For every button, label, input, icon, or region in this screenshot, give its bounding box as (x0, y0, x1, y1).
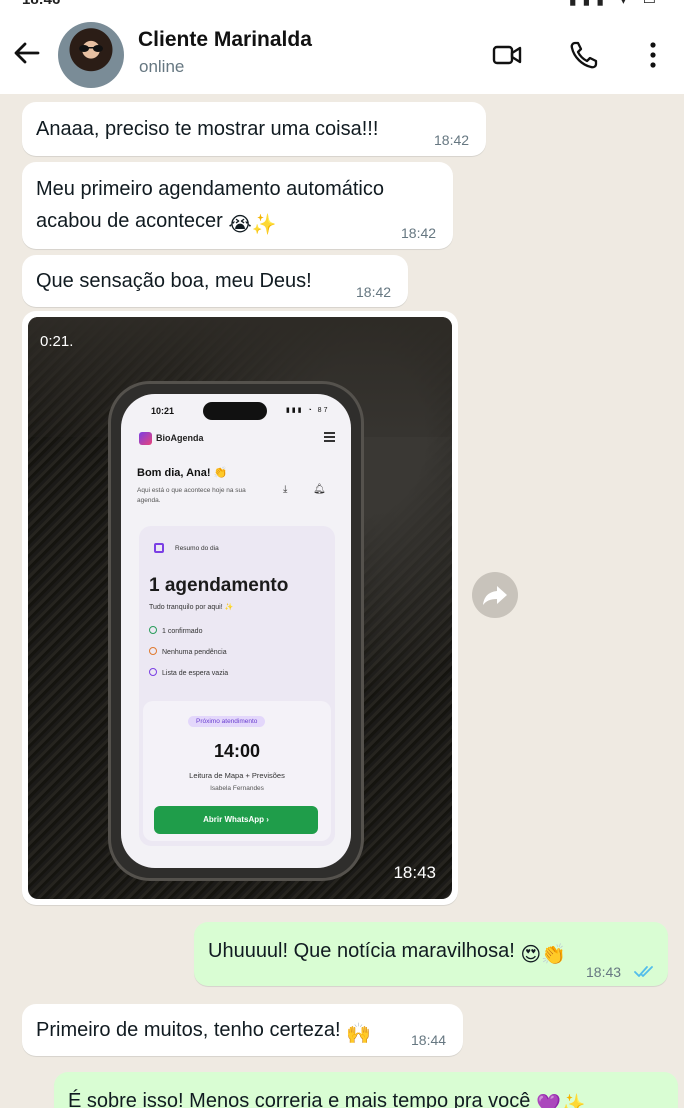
message-text: Primeiro de muitos, tenho certeza! 🙌 (36, 1014, 371, 1050)
back-arrow-icon[interactable] (10, 36, 44, 70)
message-bubble-incoming[interactable]: Primeiro de muitos, tenho certeza! 🙌 18:… (22, 1004, 463, 1056)
emoji: 🙌 (346, 1023, 372, 1045)
emoji: 💜✨ (535, 1094, 586, 1108)
status-row: 1 confirmado (149, 626, 202, 635)
message-time: 18:42 (434, 132, 470, 148)
sunglasses-graphic (79, 45, 103, 52)
video-thumbnail[interactable]: 0:21. 10:21 ▮▮▮ ◔ 87 BioAgenda Bom dia, … (28, 317, 452, 899)
next-badge: Próximo atendimento (188, 716, 266, 727)
message-time: 18:42 (401, 225, 437, 241)
open-whatsapp-button: Abrir WhatsApp › (154, 806, 318, 834)
bell-icon: 🔔︎ (313, 484, 326, 495)
people-icon (149, 668, 157, 676)
video-time: 18:43 (393, 863, 436, 882)
chat-header: Cliente Marinalda online (0, 14, 684, 94)
message-text: Meu primeiro agendamento automático (36, 178, 384, 200)
emoji: 😍👏 (520, 944, 567, 966)
message-bubble-outgoing[interactable]: É sobre isso! Menos correria e mais temp… (54, 1072, 678, 1108)
message-text: É sobre isso! Menos correria e mais temp… (68, 1085, 586, 1108)
message-text: Anaaa, preciso te mostrar uma coisa!!! (36, 118, 379, 140)
check-circle-icon (149, 626, 157, 634)
message-time: 18:44 (411, 1032, 447, 1048)
phone-screen: 10:21 ▮▮▮ ◔ 87 BioAgenda Bom dia, Ana! 👏… (121, 394, 351, 868)
contact-status: online (139, 57, 185, 76)
message-bubble-incoming[interactable]: Que sensação boa, meu Deus! 18:42 (22, 255, 408, 307)
phone-subtitle: Aqui está o que acontece hoje na sua age… (137, 487, 246, 504)
phone-status-time: 10:21 (151, 406, 175, 416)
download-icon: ⤓ (283, 484, 288, 495)
more-menu-icon[interactable] (636, 38, 670, 72)
next-time: 14:00 (213, 741, 261, 761)
status-row: Nenhuma pendência (149, 647, 227, 656)
video-message[interactable]: 0:21. 10:21 ▮▮▮ ◔ 87 BioAgenda Bom dia, … (22, 311, 458, 905)
phone-in-video: 10:21 ▮▮▮ ◔ 87 BioAgenda Bom dia, Ana! 👏… (108, 381, 364, 881)
next-service: Leitura de Mapa + Previsões (189, 771, 285, 780)
phone-status-icons: ▮▮▮ ◔ 87 (286, 407, 330, 414)
card-label: Resumo do dia (175, 545, 219, 552)
forward-icon (483, 586, 507, 605)
phone-greeting: Bom dia, Ana! 👏 (137, 467, 228, 479)
avatar[interactable] (58, 22, 124, 88)
message-time: 18:43 (586, 964, 622, 980)
bioagenda-logo-icon (139, 432, 152, 445)
next-client: Isabela Fernandes (210, 785, 264, 792)
message-text-line2: acabou de acontecer 😭✨ (36, 205, 277, 241)
contact-name[interactable]: Cliente Marinalda (138, 28, 312, 52)
summary-card: Resumo do dia 1 agendamento Tudo tranqui… (139, 526, 335, 846)
next-appointment: Próximo atendimento 14:00 Leitura de Map… (143, 701, 331, 841)
message-bubble-outgoing[interactable]: Uhuuuul! Que notícia maravilhosa! 😍👏 18:… (194, 922, 668, 986)
forward-button[interactable] (472, 572, 518, 618)
status-time: 18:46 (22, 0, 60, 8)
message-text: Uhuuuul! Que notícia maravilhosa! 😍👏 (208, 935, 566, 971)
status-row: Lista de espera vazia (149, 668, 228, 677)
hamburger-menu-icon (324, 432, 335, 442)
phone-brand: BioAgenda (156, 433, 204, 443)
message-bubble-incoming[interactable]: Meu primeiro agendamento automático acab… (22, 162, 453, 249)
message-time: 18:42 (356, 284, 392, 300)
phone-call-icon[interactable] (567, 38, 601, 72)
emoji: 😭✨ (228, 214, 277, 236)
calendar-icon (154, 543, 164, 553)
status-bar: 18:46 ▮▮▮ ▾ ▭ (0, 0, 684, 14)
message-bubble-incoming[interactable]: Anaaa, preciso te mostrar uma coisa!!! 1… (22, 102, 486, 156)
card-note: Tudo tranquilo por aqui! ✨ (149, 604, 234, 611)
message-text: Que sensação boa, meu Deus! (36, 270, 312, 292)
clock-icon (149, 647, 157, 655)
video-call-icon[interactable] (490, 38, 524, 72)
read-ticks-icon (634, 966, 653, 977)
status-icons: ▮▮▮ ▾ ▭ (569, 0, 662, 8)
video-duration: 0:21. (40, 333, 74, 350)
appointment-count: 1 agendamento (149, 575, 289, 596)
